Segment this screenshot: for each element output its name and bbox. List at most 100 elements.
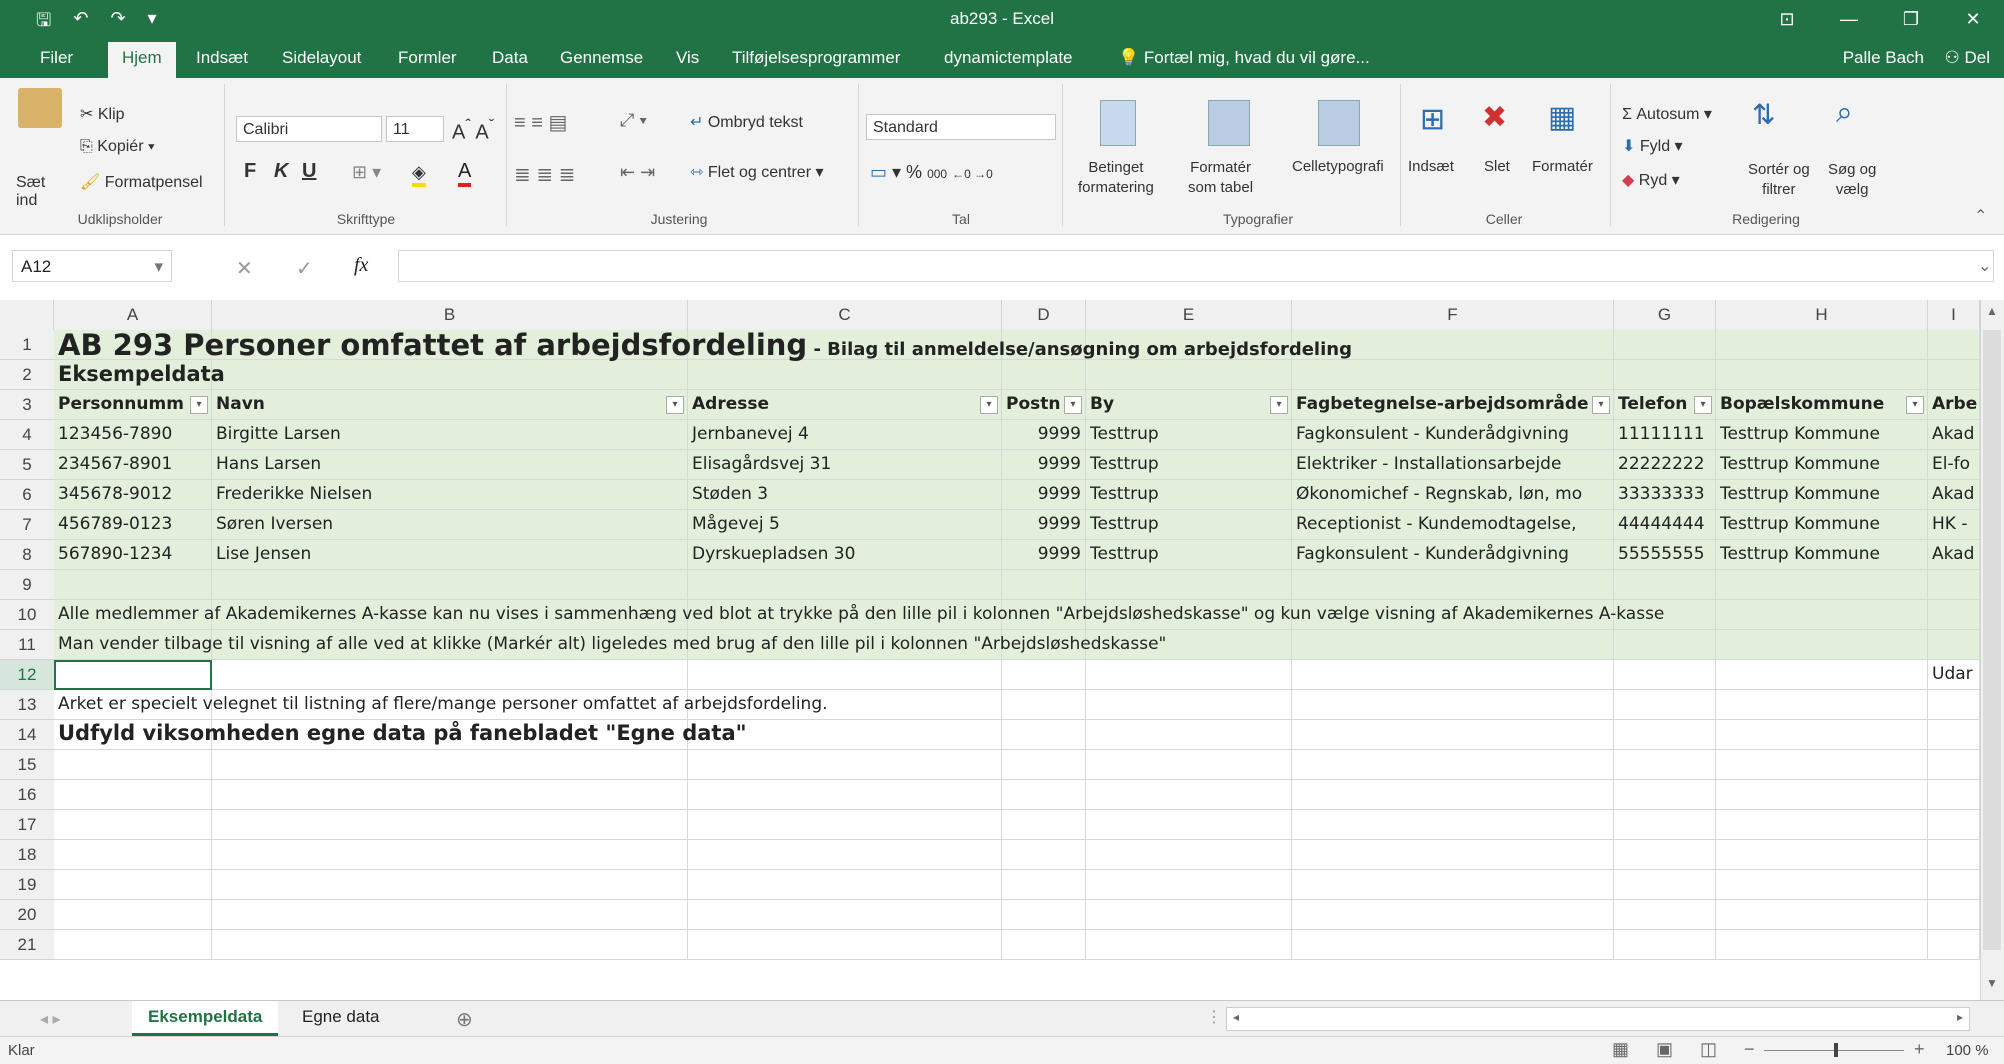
insert-function-icon[interactable]: fx — [354, 254, 368, 277]
row-header[interactable]: 2 — [0, 360, 54, 390]
cell[interactable] — [1292, 780, 1614, 810]
format-as-table-icon[interactable] — [1208, 100, 1250, 146]
font-size-select[interactable]: 11 — [386, 116, 444, 142]
filter-dropdown-icon[interactable]: ▾ — [980, 396, 998, 414]
filter-dropdown-icon[interactable]: ▾ — [190, 396, 208, 414]
cell[interactable] — [1928, 780, 1980, 810]
cell[interactable] — [1292, 630, 1614, 660]
formula-input[interactable] — [398, 250, 1994, 282]
scroll-left-icon[interactable]: ◂ — [1233, 1010, 1239, 1024]
cell[interactable] — [1292, 720, 1614, 750]
table-cell[interactable]: Jernbanevej 4 — [688, 420, 1002, 450]
cell[interactable] — [1292, 900, 1614, 930]
clear-button[interactable]: ◆ Ryd ▾ — [1622, 170, 1680, 190]
name-box[interactable]: A12 ▾ — [12, 250, 172, 282]
paste-icon[interactable] — [18, 88, 62, 128]
cell[interactable] — [1614, 330, 1716, 360]
row-header[interactable]: 20 — [0, 900, 54, 930]
cell[interactable] — [1614, 720, 1716, 750]
worksheet-grid[interactable]: ABCDEFGHI 1 2 3 Personnumm ▾ Navn ▾ Adresse ▾ Pos… — [0, 300, 1980, 1000]
tab-sidelayout[interactable]: Sidelayout — [282, 48, 361, 68]
restore-button[interactable]: ❐ — [1880, 0, 1942, 38]
paste-button[interactable]: Sæt ind — [16, 174, 45, 210]
cell[interactable] — [54, 930, 212, 960]
cell[interactable] — [1086, 360, 1292, 390]
minimize-button[interactable]: — — [1818, 0, 1880, 38]
autosum-button[interactable]: Σ Autosum ▾ — [1622, 104, 1712, 124]
cell[interactable] — [688, 360, 1002, 390]
table-cell[interactable]: 567890-1234 — [54, 540, 212, 570]
delete-cells-icon[interactable]: ✖ — [1482, 100, 1507, 135]
table-cell[interactable]: Testtrup — [1086, 540, 1292, 570]
italic-button[interactable]: K — [274, 160, 288, 183]
cell[interactable] — [1614, 360, 1716, 390]
row-header[interactable]: 16 — [0, 780, 54, 810]
border-icon[interactable]: ⊞ ▾ — [352, 162, 381, 183]
column-header[interactable]: G — [1614, 300, 1716, 330]
cell[interactable]: Udar — [1928, 660, 1980, 690]
cell[interactable] — [1716, 810, 1928, 840]
cell[interactable] — [54, 810, 212, 840]
table-cell[interactable]: Testtrup Kommune — [1716, 450, 1928, 480]
find-select-button[interactable]: Søg og vælg — [1828, 160, 1876, 200]
table-cell[interactable]: 44444444 — [1614, 510, 1716, 540]
cell[interactable] — [212, 360, 688, 390]
column-header[interactable]: I — [1928, 300, 1980, 330]
cell[interactable] — [1086, 720, 1292, 750]
table-header-cell[interactable]: Arbe — [1928, 390, 1980, 420]
row-header[interactable]: 13 — [0, 690, 54, 720]
table-cell[interactable]: Elektriker - Installationsarbejde — [1292, 450, 1614, 480]
filter-dropdown-icon[interactable]: ▾ — [1592, 396, 1610, 414]
table-cell[interactable]: 9999 — [1002, 480, 1086, 510]
row-header[interactable]: 6 — [0, 480, 54, 510]
filter-dropdown-icon[interactable]: ▾ — [666, 396, 684, 414]
share-button[interactable]: ⚇ Del — [1945, 48, 1991, 68]
split-handle[interactable]: ⋮ — [1206, 1007, 1222, 1027]
font-name-select[interactable]: Calibri — [236, 116, 382, 142]
table-cell[interactable]: 9999 — [1002, 540, 1086, 570]
add-sheet-icon[interactable]: ⊕ — [456, 1007, 473, 1032]
selected-cell[interactable] — [54, 660, 212, 690]
enter-icon[interactable]: ✓ — [296, 256, 313, 281]
row-header[interactable]: 3 — [0, 390, 54, 420]
table-cell[interactable]: Testtrup — [1086, 420, 1292, 450]
cell[interactable] — [1928, 630, 1980, 660]
tab-filer[interactable]: Filer — [40, 48, 73, 68]
row-header[interactable]: 17 — [0, 810, 54, 840]
insert-cells-icon[interactable]: ⊞ — [1420, 102, 1445, 137]
cell[interactable] — [1716, 930, 1928, 960]
cell[interactable] — [1002, 780, 1086, 810]
cell[interactable] — [1614, 870, 1716, 900]
cell[interactable] — [212, 870, 688, 900]
zoom-level[interactable]: 100 % — [1946, 1042, 1989, 1059]
table-cell[interactable]: Birgitte Larsen — [212, 420, 688, 450]
cell[interactable] — [1928, 900, 1980, 930]
cell[interactable] — [212, 570, 688, 600]
cell[interactable] — [1292, 750, 1614, 780]
delete-cells-button[interactable]: Slet — [1484, 158, 1510, 175]
table-cell[interactable]: 123456-7890 — [54, 420, 212, 450]
cell[interactable] — [688, 900, 1002, 930]
cell[interactable] — [1086, 690, 1292, 720]
cell[interactable] — [1716, 660, 1928, 690]
cell[interactable] — [212, 780, 688, 810]
row-header[interactable]: 21 — [0, 930, 54, 960]
cell[interactable] — [1614, 690, 1716, 720]
cell[interactable] — [1002, 870, 1086, 900]
copy-button[interactable]: ⎘ Kopiér ▾ — [80, 138, 155, 156]
cell[interactable] — [1292, 840, 1614, 870]
cell[interactable] — [1292, 810, 1614, 840]
scroll-up-icon[interactable]: ▲ — [1986, 304, 1998, 318]
row-header[interactable]: 9 — [0, 570, 54, 600]
table-cell[interactable]: Hans Larsen — [212, 450, 688, 480]
format-cells-button[interactable]: Formatér — [1532, 158, 1593, 175]
cell[interactable] — [1292, 870, 1614, 900]
page-break-icon[interactable]: ◫ — [1700, 1039, 1717, 1060]
table-cell[interactable]: Fagkonsulent - Kunderådgivning — [1292, 540, 1614, 570]
cell[interactable] — [1614, 660, 1716, 690]
select-all-corner[interactable] — [0, 300, 54, 330]
table-cell[interactable]: El-fo — [1928, 450, 1980, 480]
sheet-tab-egne-data[interactable]: Egne data — [286, 1001, 396, 1033]
cell[interactable] — [1086, 750, 1292, 780]
table-cell[interactable]: 22222222 — [1614, 450, 1716, 480]
